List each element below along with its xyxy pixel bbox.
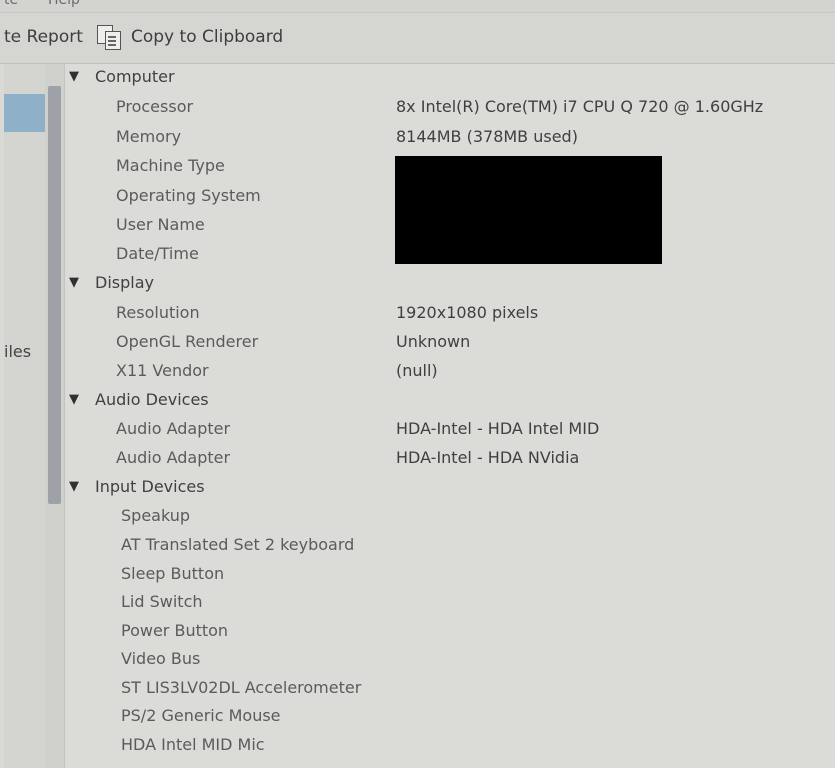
sidebar-selected-item[interactable] [4,94,45,132]
category-label: Display [95,273,154,292]
menu-item-partial[interactable]: te [4,0,18,8]
property-name: Memory [116,127,182,146]
tree-row-x11-vendor[interactable]: X11 Vendor (null) [65,358,835,384]
menu-item-help[interactable]: Help [48,0,80,8]
sidebar-item-partial-label[interactable]: iles [4,342,31,361]
sidebar-scrollbar-thumb[interactable] [48,86,61,504]
device-name: ST LIS3LV02DL Accelerometer [121,678,362,697]
device-name: AT Translated Set 2 keyboard [121,535,355,554]
tree-row-memory[interactable]: Memory 8144MB (378MB used) [65,124,835,150]
tree-row-input-device[interactable]: Lid Switch [65,589,835,615]
device-name: Lid Switch [121,592,203,611]
generate-report-button[interactable]: te Report [4,23,83,51]
property-name: Audio Adapter [116,419,231,438]
property-name: Machine Type [116,156,225,175]
category-audio-devices[interactable]: ▼ Audio Devices [65,387,835,413]
property-value: HDA-Intel - HDA Intel MID [396,419,600,438]
device-name: PS/2 Generic Mouse [121,706,281,725]
category-label: Computer [95,67,175,86]
expand-triangle-icon[interactable]: ▼ [69,474,79,500]
sidebar: iles ▲ [4,64,99,768]
expand-triangle-icon[interactable]: ▼ [69,270,79,296]
copy-to-clipboard-label: Copy to Clipboard [131,27,284,47]
tree-row-input-device[interactable]: HDA Intel MID Mic [65,732,835,758]
tree-row-input-device[interactable]: Video Bus [65,646,835,672]
details-tree: ▼ Computer Processor 8x Intel(R) Core(TM… [65,64,835,768]
redacted-area [395,156,662,264]
category-input-devices[interactable]: ▼ Input Devices [65,474,835,500]
property-name: Audio Adapter [116,448,231,467]
property-name: OpenGL Renderer [116,332,259,351]
device-name: HDA Intel MID Mic [121,735,265,754]
clipboard-icon [97,25,123,50]
tree-row-input-device[interactable]: ST LIS3LV02DL Accelerometer [65,675,835,701]
category-computer[interactable]: ▼ Computer [65,64,835,90]
expand-triangle-icon[interactable]: ▼ [69,387,79,413]
property-name: Resolution [116,303,200,322]
tree-row-resolution[interactable]: Resolution 1920x1080 pixels [65,300,835,326]
property-value: (null) [396,361,438,380]
property-name: User Name [116,215,205,234]
property-value: Unknown [396,332,471,351]
tree-row-input-device[interactable]: Power Button [65,618,835,644]
property-name: Processor [116,97,194,116]
property-name: X11 Vendor [116,361,209,380]
property-value: 8144MB (378MB used) [396,127,578,146]
category-label: Input Devices [95,477,205,496]
tree-row-input-device[interactable]: Sleep Button [65,561,835,587]
device-name: Sleep Button [121,564,225,583]
expand-triangle-icon[interactable]: ▼ [69,64,79,90]
property-value: HDA-Intel - HDA NVidia [396,448,580,467]
property-value: 8x Intel(R) Core(TM) i7 CPU Q 720 @ 1.60… [396,97,764,116]
toolbar: te Report Copy to Clipboard [0,13,835,64]
copy-to-clipboard-button[interactable]: Copy to Clipboard [97,23,283,51]
category-display[interactable]: ▼ Display [65,270,835,296]
category-label: Audio Devices [95,390,209,409]
tree-row-processor[interactable]: Processor 8x Intel(R) Core(TM) i7 CPU Q … [65,94,835,120]
property-value: 1920x1080 pixels [396,303,539,322]
tree-row-opengl-renderer[interactable]: OpenGL Renderer Unknown [65,329,835,355]
device-name: Power Button [121,621,229,640]
tree-row-audio-adapter[interactable]: Audio Adapter HDA-Intel - HDA Intel MID [65,416,835,442]
menu-bar: te Help [0,0,835,13]
tree-row-input-device[interactable]: Speakup [65,503,835,529]
device-name: Speakup [121,506,191,525]
tree-row-input-device[interactable]: AT Translated Set 2 keyboard [65,532,835,558]
tree-row-audio-adapter[interactable]: Audio Adapter HDA-Intel - HDA NVidia [65,445,835,471]
property-name: Date/Time [116,244,199,263]
device-name: Video Bus [121,649,201,668]
tree-row-input-device[interactable]: PS/2 Generic Mouse [65,703,835,729]
property-name: Operating System [116,186,261,205]
generate-report-label: te Report [4,27,83,47]
